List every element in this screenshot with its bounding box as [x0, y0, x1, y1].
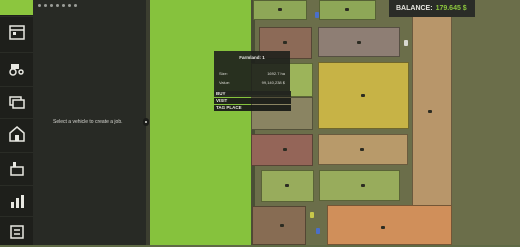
sidebar-item-vehicles[interactable]	[0, 52, 33, 83]
field-marker-icon	[283, 148, 287, 151]
panel-collapse-handle[interactable]	[143, 118, 149, 126]
field-marker-icon	[278, 8, 282, 11]
money-icon	[8, 96, 25, 109]
vehicle-icon[interactable]	[315, 12, 319, 18]
tag-place-button[interactable]: TAG PLACE	[214, 105, 291, 111]
vehicle-icon[interactable]	[316, 228, 320, 234]
production-icon	[9, 162, 24, 176]
visit-button[interactable]: VISIT	[214, 98, 291, 104]
sidebar-item-finances[interactable]	[0, 86, 33, 117]
sidebar-item-calendar[interactable]	[0, 16, 33, 47]
field-marker-icon	[345, 8, 349, 11]
field-marker-icon	[361, 94, 365, 97]
farmland-field[interactable]	[252, 206, 306, 245]
value-row: Value: 99,140,238 $	[219, 80, 285, 85]
sidebar-item-statistics[interactable]	[0, 185, 33, 216]
vehicle-icon[interactable]	[404, 40, 408, 46]
balance-amount: 179.645 $	[435, 5, 467, 12]
calendar-icon	[8, 25, 25, 40]
farmland-info-popup: Farmland: 1 Size: 1692.7 ha Value: 99,14…	[214, 51, 290, 95]
buy-button[interactable]: BUY	[214, 91, 291, 97]
sidebar-item-production[interactable]	[0, 152, 33, 183]
page-indicator[interactable]	[38, 4, 77, 7]
vehicle-icon[interactable]	[310, 212, 314, 218]
sidebar	[0, 0, 34, 245]
field-marker-icon	[361, 184, 365, 187]
field-marker-icon	[285, 184, 289, 187]
balance-display: BALANCE: 179.645 $	[389, 0, 475, 17]
sidebar-active-indicator	[0, 0, 33, 15]
size-row: Size: 1692.7 ha	[219, 71, 285, 76]
farmland-field[interactable]	[452, 205, 520, 245]
size-value: 1692.7 ha	[267, 71, 285, 76]
field-marker-icon	[280, 224, 284, 227]
balance-label: BALANCE:	[396, 5, 433, 12]
farmland-field[interactable]	[319, 170, 400, 201]
sidebar-item-help[interactable]	[0, 216, 33, 247]
panel-message: Select a vehicle to create a job.	[53, 119, 123, 125]
statistics-icon	[10, 195, 24, 208]
popup-title: Farmland: 1	[239, 55, 265, 60]
field-marker-icon	[381, 226, 385, 229]
farm-icon	[8, 126, 25, 142]
tractor-icon	[8, 64, 24, 76]
field-marker-icon	[428, 110, 432, 113]
value-label: Value:	[219, 80, 231, 85]
farmland-field[interactable]	[251, 134, 313, 166]
help-icon	[9, 225, 24, 239]
farmland-field[interactable]	[412, 0, 452, 230]
value-amount: 99,140,238 $	[261, 80, 285, 85]
farmland-field[interactable]	[327, 205, 452, 245]
field-marker-icon	[283, 41, 287, 44]
field-marker-icon	[357, 41, 361, 44]
sidebar-item-farms[interactable]	[0, 118, 33, 149]
selected-farmland[interactable]	[150, 0, 251, 245]
size-label: Size:	[219, 71, 228, 76]
field-marker-icon	[360, 148, 364, 151]
